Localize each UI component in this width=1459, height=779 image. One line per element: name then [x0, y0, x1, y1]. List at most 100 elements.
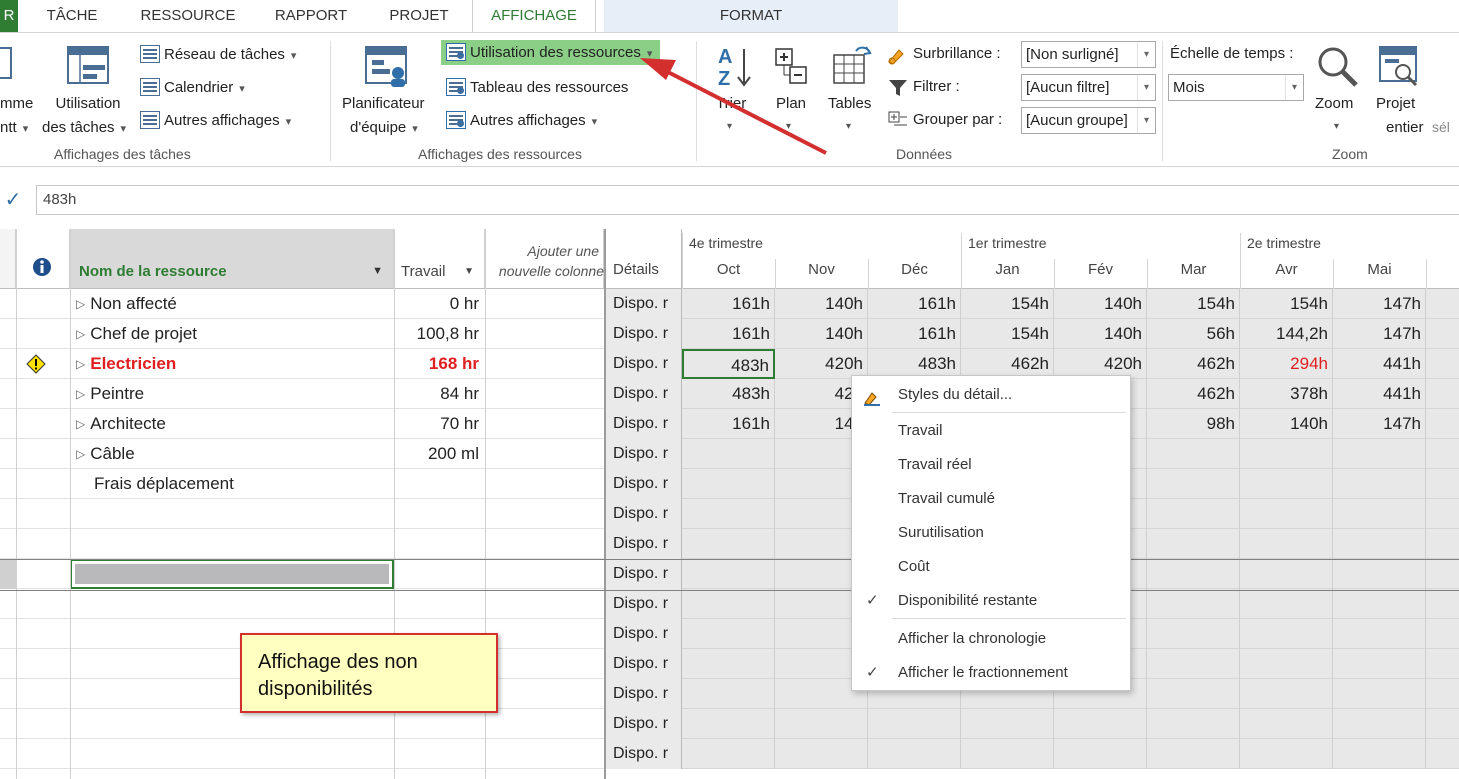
- timescale-cell[interactable]: [1240, 469, 1333, 499]
- details-header[interactable]: Détails: [606, 229, 682, 289]
- detail-label[interactable]: Dispo. r: [606, 679, 682, 709]
- resource-sheet-button[interactable]: Tableau des ressources: [446, 78, 628, 96]
- work-cell[interactable]: 0 hr: [394, 289, 485, 319]
- detail-label[interactable]: Dispo. r: [606, 649, 682, 679]
- timescale-cell[interactable]: [1426, 559, 1459, 589]
- table-row[interactable]: [0, 739, 604, 769]
- tab-format[interactable]: FORMAT: [604, 0, 898, 32]
- timescale-cell[interactable]: [1147, 739, 1240, 769]
- tables-icon[interactable]: [832, 41, 874, 87]
- timescale-cell[interactable]: [1240, 499, 1333, 529]
- timescale-cell[interactable]: [1147, 589, 1240, 619]
- timescale-cell[interactable]: [1333, 679, 1426, 709]
- timescale-cell[interactable]: [1240, 739, 1333, 769]
- expand-arrow-icon[interactable]: ▷: [76, 297, 85, 311]
- timescale-cell[interactable]: [1240, 529, 1333, 559]
- detail-label[interactable]: Dispo. r: [606, 499, 682, 529]
- chevron-down-icon[interactable]: ▼: [464, 266, 474, 277]
- timescale-cell[interactable]: 441h: [1333, 379, 1426, 409]
- timescale-row[interactable]: Dispo. r 161h 140h 161h 154h 140h 56h 144,2h 147…: [606, 319, 1459, 349]
- timescale-cell[interactable]: [1147, 559, 1240, 589]
- menu-item[interactable]: ✓ Afficher le fractionnement: [852, 656, 1130, 690]
- timescale-cell[interactable]: 154h: [961, 289, 1054, 319]
- timescale-cell[interactable]: [1426, 529, 1459, 559]
- timescale-cell[interactable]: 4: [1426, 379, 1459, 409]
- menu-item[interactable]: ✓ Disponibilité restante: [852, 584, 1130, 618]
- team-planner-icon[interactable]: [364, 45, 408, 89]
- resource-usage-button[interactable]: Utilisation des ressources ▾: [441, 40, 661, 65]
- timescale-cell[interactable]: [1426, 739, 1459, 769]
- timescale-cell[interactable]: [1426, 709, 1459, 739]
- filter-combo[interactable]: [Aucun filtre] ▾: [1021, 74, 1156, 101]
- timescale-cell[interactable]: [1240, 709, 1333, 739]
- timescale-cell[interactable]: [1147, 499, 1240, 529]
- work-cell[interactable]: 70 hr: [394, 409, 485, 439]
- detail-label[interactable]: Dispo. r: [606, 289, 682, 319]
- timescale-cell[interactable]: 1: [1426, 409, 1459, 439]
- timescale-cell[interactable]: [1333, 709, 1426, 739]
- timescale-cell[interactable]: [961, 739, 1054, 769]
- timescale-cell[interactable]: [1147, 469, 1240, 499]
- detail-label[interactable]: Dispo. r: [606, 739, 682, 769]
- outline-button[interactable]: Plan: [776, 95, 806, 112]
- highlight-combo[interactable]: [Non surligné] ▾: [1021, 41, 1156, 68]
- timescale-cell[interactable]: [1426, 589, 1459, 619]
- expand-arrow-icon[interactable]: ▷: [76, 327, 85, 341]
- entry-field[interactable]: 483h: [36, 185, 1459, 215]
- outline-icon[interactable]: [772, 45, 812, 87]
- timescale-row[interactable]: Dispo. r 161h 140h 161h 154h 140h 154h 154h 147h…: [606, 289, 1459, 319]
- timescale-cell[interactable]: 147h: [1333, 319, 1426, 349]
- resource-name-cell[interactable]: ▷ Peintre: [76, 379, 394, 409]
- month-label[interactable]: Nov: [775, 261, 868, 278]
- menu-item[interactable]: Travail réel: [852, 448, 1130, 482]
- other-task-views-button[interactable]: Autres affichages ▾: [140, 111, 291, 129]
- timescale-cell[interactable]: [1426, 499, 1459, 529]
- timescale-cell[interactable]: [682, 439, 775, 469]
- timescale-cell[interactable]: 56h: [1147, 319, 1240, 349]
- timescale-cell[interactable]: 161h: [682, 409, 775, 439]
- timescale-cell[interactable]: [1426, 319, 1459, 349]
- timescale-cell[interactable]: [1240, 559, 1333, 589]
- timescale-cell[interactable]: [1054, 739, 1147, 769]
- column-header-work[interactable]: Travail ▼: [394, 229, 485, 289]
- timescale-cell[interactable]: 161h: [682, 289, 775, 319]
- tab-ressource[interactable]: RESSOURCE: [130, 0, 246, 32]
- task-usage-icon[interactable]: [66, 45, 110, 85]
- cell-edit-field[interactable]: [75, 564, 389, 584]
- tab-rapport[interactable]: RAPPORT: [262, 0, 360, 32]
- timescale-cell[interactable]: [682, 709, 775, 739]
- resource-name-cell[interactable]: ▷ Non affecté: [76, 289, 394, 319]
- checkmark-icon[interactable]: ✓: [0, 186, 26, 214]
- timescale-cell[interactable]: [1147, 649, 1240, 679]
- timescale-cell[interactable]: 483h: [682, 349, 775, 379]
- task-usage-label[interactable]: Utilisation: [48, 95, 128, 112]
- timescale-cell[interactable]: [868, 709, 961, 739]
- detail-label[interactable]: Dispo. r: [606, 589, 682, 619]
- table-row[interactable]: [0, 499, 604, 529]
- timescale-cell[interactable]: 441h: [1333, 349, 1426, 379]
- timescale-cell[interactable]: [1333, 559, 1426, 589]
- month-label[interactable]: Mar: [1147, 261, 1240, 278]
- other-resource-views-button[interactable]: Autres affichages ▾: [446, 111, 597, 129]
- timescale-cell[interactable]: [1333, 739, 1426, 769]
- timescale-cell[interactable]: [1426, 469, 1459, 499]
- indicators-header[interactable]: [16, 229, 70, 289]
- timescale-cell[interactable]: [1333, 469, 1426, 499]
- month-label[interactable]: Fév: [1054, 261, 1147, 278]
- row-selector[interactable]: [0, 559, 16, 589]
- detail-label[interactable]: Dispo. r: [606, 619, 682, 649]
- timescale-cell[interactable]: [1333, 499, 1426, 529]
- entire-project-icon[interactable]: [1378, 45, 1420, 89]
- table-row[interactable]: ▷ Chef de projet 100,8 hr: [0, 319, 604, 349]
- month-label[interactable]: Avr: [1240, 261, 1333, 278]
- zoom-button[interactable]: Zoom: [1315, 95, 1353, 112]
- menu-item[interactable]: Travail: [852, 414, 1130, 448]
- timescale-cell[interactable]: 294h: [1240, 349, 1333, 379]
- tab-projet[interactable]: PROJET: [378, 0, 460, 32]
- gantt-label-2[interactable]: ntt ▾: [0, 119, 28, 136]
- timescale-cell[interactable]: [1240, 439, 1333, 469]
- timescale-cell[interactable]: 140h: [775, 289, 868, 319]
- table-row[interactable]: ▷ Peintre 84 hr: [0, 379, 604, 409]
- timescale-cell[interactable]: [682, 529, 775, 559]
- table-row[interactable]: ▷ Non affecté 0 hr: [0, 289, 604, 319]
